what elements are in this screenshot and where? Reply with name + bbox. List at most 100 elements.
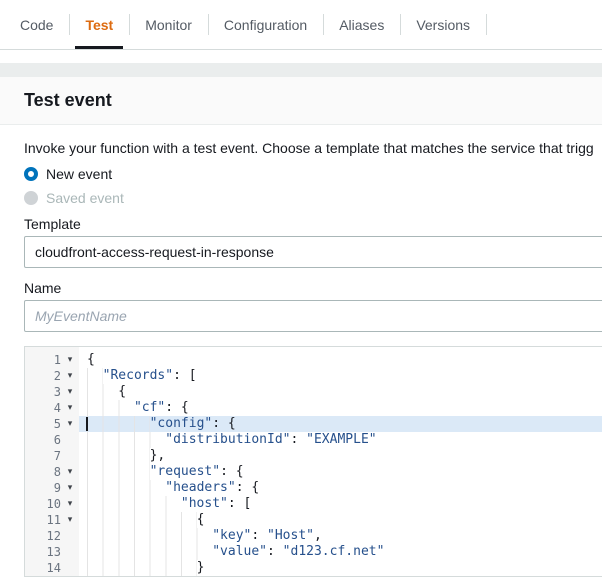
- json-punctuation: {: [87, 352, 95, 367]
- tab-label: Monitor: [145, 17, 192, 33]
- json-string: "host": [181, 496, 228, 511]
- code-line-9[interactable]: 9▾"headers": {: [25, 480, 602, 496]
- fold-toggle-icon[interactable]: ▾: [61, 368, 79, 384]
- code-text[interactable]: "host": [: [79, 496, 602, 512]
- code-text[interactable]: "cf": {: [79, 400, 602, 416]
- code-line-1[interactable]: 1▾ {: [25, 352, 602, 368]
- tab-configuration[interactable]: Configuration: [208, 0, 323, 49]
- code-line-2[interactable]: 2▾"Records": [: [25, 368, 602, 384]
- radio-button-icon[interactable]: [24, 167, 38, 181]
- json-string: "distributionId": [165, 432, 290, 447]
- fold-toggle-icon[interactable]: ▾: [61, 416, 79, 432]
- line-number: 10: [25, 496, 61, 512]
- text-cursor: [86, 417, 88, 431]
- line-number: 1: [25, 352, 61, 368]
- test-event-panel: Invoke your function with a test event. …: [0, 125, 602, 577]
- indent-guides: [87, 448, 150, 464]
- code-line-5[interactable]: 5▾"config": {: [25, 416, 602, 432]
- line-number: 5: [25, 416, 61, 432]
- line-number: 12: [25, 528, 61, 544]
- json-punctuation: : {: [220, 464, 243, 479]
- code-line-7[interactable]: 7},: [25, 448, 602, 464]
- code-line-4[interactable]: 4▾"cf": {: [25, 400, 602, 416]
- indent-guides: [87, 480, 165, 496]
- code-line-6[interactable]: 6"distributionId": "EXAMPLE": [25, 432, 602, 448]
- radio-label: New event: [46, 166, 112, 182]
- json-punctuation: :: [251, 528, 267, 543]
- page-title: Test event: [24, 90, 602, 111]
- radio-button-icon: [24, 191, 38, 205]
- code-line-8[interactable]: 8▾"request": {: [25, 464, 602, 480]
- code-text[interactable]: },: [79, 448, 602, 464]
- code-line-10[interactable]: 10▾"host": [: [25, 496, 602, 512]
- fold-spacer: [61, 544, 79, 560]
- code-editor-lines: 1▾{2▾"Records": [3▾{4▾"cf": {5▾"config":…: [25, 347, 602, 576]
- indent-guides: [87, 400, 134, 416]
- fold-toggle-icon[interactable]: ▾: [61, 464, 79, 480]
- indent-guides: [87, 496, 181, 512]
- tab-versions[interactable]: Versions: [400, 0, 486, 49]
- code-text[interactable]: "Records": [: [79, 368, 602, 384]
- code-text[interactable]: "config": {: [79, 416, 602, 432]
- json-punctuation: ,: [314, 528, 322, 543]
- fold-toggle-icon[interactable]: ▾: [61, 352, 79, 368]
- tab-monitor[interactable]: Monitor: [129, 0, 208, 49]
- code-line-13[interactable]: 13 "value": "d123.cf.net": [25, 544, 602, 560]
- json-punctuation: }: [197, 560, 205, 575]
- json-punctuation: : {: [212, 416, 235, 431]
- line-number: 3: [25, 384, 61, 400]
- code-line-3[interactable]: 3▾ {: [25, 384, 602, 400]
- line-number: 13: [25, 544, 61, 560]
- template-select[interactable]: cloudfront-access-request-in-response: [24, 236, 602, 268]
- code-text[interactable]: "value": "d123.cf.net": [79, 544, 602, 560]
- json-string: "request": [150, 464, 220, 479]
- indent-guides: [87, 432, 165, 448]
- code-text[interactable]: "distributionId": "EXAMPLE": [79, 432, 602, 448]
- fold-toggle-icon[interactable]: ▾: [61, 384, 79, 400]
- line-number: 14: [25, 560, 61, 576]
- lambda-test-page: Code Test Monitor Configuration Aliases Versi…: [0, 0, 602, 577]
- code-text[interactable]: {: [79, 384, 602, 400]
- json-punctuation: :: [267, 544, 283, 559]
- line-number: 11: [25, 512, 61, 528]
- radio-new-event[interactable]: New event: [24, 166, 602, 182]
- code-text[interactable]: {: [79, 512, 602, 528]
- fold-toggle-icon[interactable]: ▾: [61, 512, 79, 528]
- json-punctuation: : [: [173, 368, 196, 383]
- code-line-14[interactable]: 14}: [25, 560, 602, 576]
- json-string: "Records": [103, 368, 173, 383]
- fold-spacer: [61, 448, 79, 464]
- tab-aliases[interactable]: Aliases: [323, 0, 400, 49]
- code-line-11[interactable]: 11▾{: [25, 512, 602, 528]
- json-string: "Host": [267, 528, 314, 543]
- tab-label: Test: [85, 17, 113, 33]
- code-editor[interactable]: 1▾{2▾"Records": [3▾{4▾"cf": {5▾"config":…: [24, 346, 602, 577]
- line-number: 8: [25, 464, 61, 480]
- tab-test[interactable]: Test: [69, 0, 129, 49]
- fold-toggle-icon[interactable]: ▾: [61, 496, 79, 512]
- indent-guides: [87, 544, 212, 560]
- fold-toggle-icon[interactable]: ▾: [61, 480, 79, 496]
- indent-guides: [87, 528, 212, 544]
- fold-toggle-icon[interactable]: ▾: [61, 400, 79, 416]
- tab-label: Versions: [416, 17, 470, 33]
- indent-guides: [87, 416, 150, 432]
- indent-guides: [87, 368, 103, 384]
- code-text[interactable]: }: [79, 560, 602, 576]
- section-divider-band: [0, 63, 602, 77]
- json-punctuation: {: [118, 384, 126, 399]
- json-punctuation: : {: [165, 400, 188, 415]
- json-punctuation: : [: [228, 496, 251, 511]
- fold-spacer: [61, 528, 79, 544]
- code-text[interactable]: "headers": {: [79, 480, 602, 496]
- name-label: Name: [24, 280, 602, 296]
- event-name-input[interactable]: [24, 300, 602, 332]
- code-text[interactable]: {: [79, 352, 602, 368]
- code-text[interactable]: "key": "Host",: [79, 528, 602, 544]
- tab-code[interactable]: Code: [4, 0, 69, 49]
- line-number: 7: [25, 448, 61, 464]
- code-line-12[interactable]: 12 "key": "Host",: [25, 528, 602, 544]
- code-text[interactable]: "request": {: [79, 464, 602, 480]
- tab-label: Configuration: [224, 17, 307, 33]
- indent-guides: [87, 512, 197, 528]
